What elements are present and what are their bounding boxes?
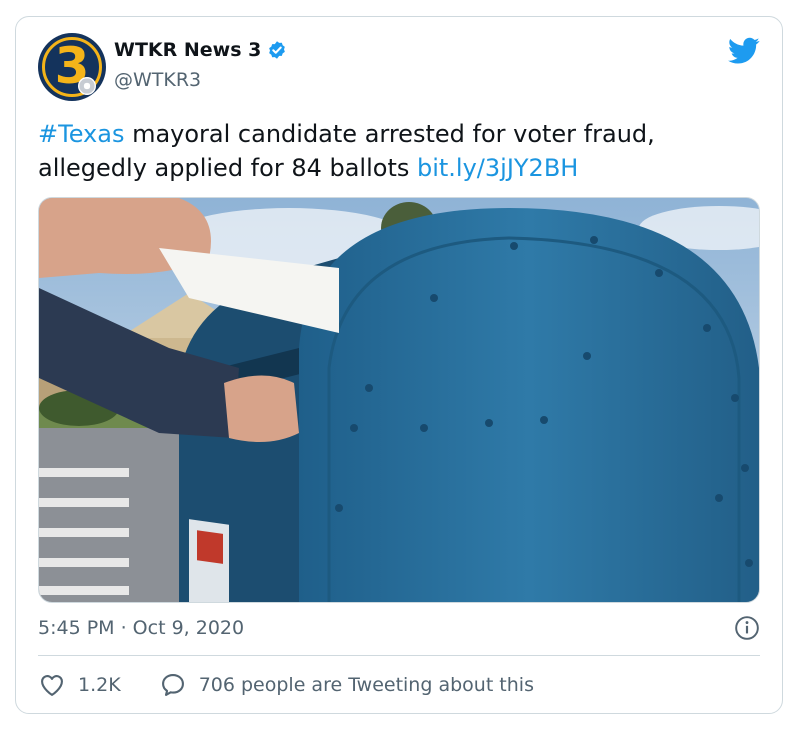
author-name[interactable]: WTKR News 3: [114, 39, 261, 61]
divider: [38, 655, 760, 656]
avatar[interactable]: 3: [38, 33, 106, 101]
author-name-row: WTKR News 3: [114, 39, 287, 61]
speech-bubble-icon: [161, 674, 184, 696]
tweet-text: #Texas mayoral candidate arrested for vo…: [38, 117, 758, 185]
conversation-text: 706 people are Tweeting about this: [198, 674, 534, 696]
mailbox-photo: [39, 198, 759, 602]
like-button[interactable]: 1.2K: [38, 671, 121, 699]
verified-badge-icon: [269, 41, 286, 59]
short-url-link[interactable]: bit.ly/3jJY2BH: [417, 154, 578, 182]
cbs-eye-icon: [78, 77, 96, 95]
like-count: 1.2K: [78, 674, 121, 696]
tweet-image[interactable]: [38, 197, 760, 603]
info-icon[interactable]: [734, 615, 760, 641]
tweet-actions: 1.2K 706 people are Tweeting about this: [38, 669, 534, 701]
tweet-timestamp[interactable]: 5:45 PM · Oct 9, 2020: [38, 617, 244, 639]
hashtag-link[interactable]: #Texas: [38, 120, 124, 148]
twitter-bird-icon[interactable]: [728, 37, 760, 65]
heart-icon: [41, 675, 63, 696]
tweet-card: 3 WTKR News 3 @WTKR3 #Texas mayoral cand…: [15, 16, 783, 714]
conversation-link[interactable]: 706 people are Tweeting about this: [159, 671, 534, 699]
author-handle[interactable]: @WTKR3: [114, 69, 201, 91]
